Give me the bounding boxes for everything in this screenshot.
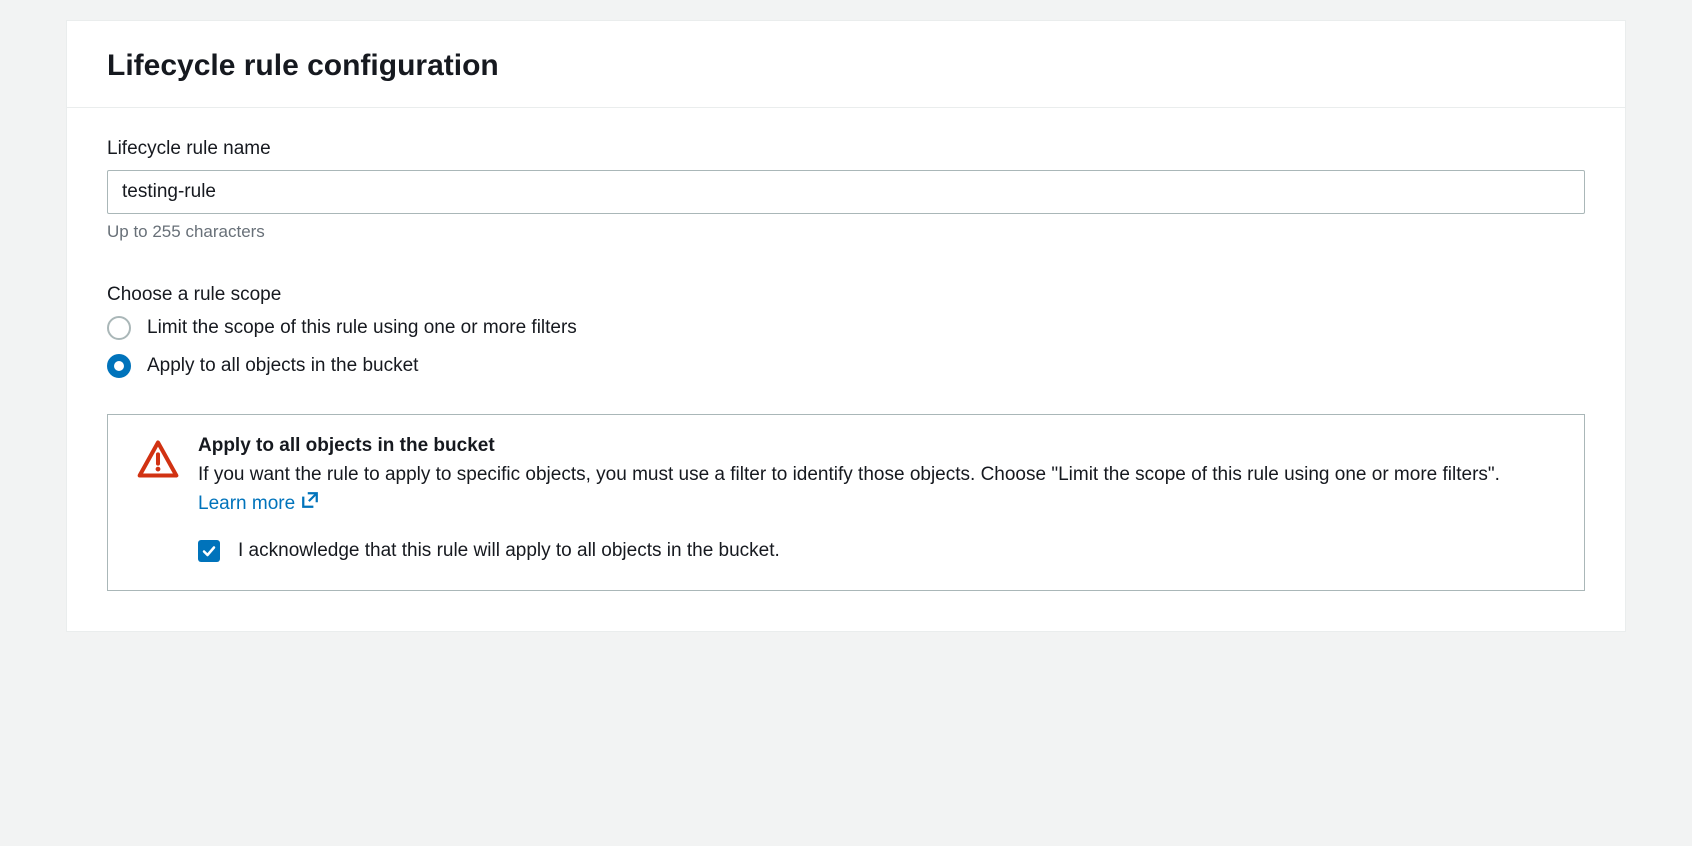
rule-name-help: Up to 255 characters xyxy=(107,222,1585,242)
panel-header: Lifecycle rule configuration xyxy=(67,21,1625,108)
radio-checked-icon xyxy=(107,354,131,378)
rule-name-section: Lifecycle rule name Up to 255 characters xyxy=(107,138,1585,242)
warning-body-text: If you want the rule to apply to specifi… xyxy=(198,464,1500,485)
scope-radio-limit-label: Limit the scope of this rule using one o… xyxy=(147,317,577,339)
acknowledge-row: I acknowledge that this rule will apply … xyxy=(198,540,1556,562)
warning-content: Apply to all objects in the bucket If yo… xyxy=(198,435,1556,562)
scope-radio-limit[interactable]: Limit the scope of this rule using one o… xyxy=(107,316,1585,340)
panel-body: Lifecycle rule name Up to 255 characters… xyxy=(67,108,1625,631)
warning-icon xyxy=(136,437,180,486)
page-title: Lifecycle rule configuration xyxy=(107,49,1585,83)
learn-more-link[interactable]: Learn more xyxy=(198,490,319,519)
acknowledge-label: I acknowledge that this rule will apply … xyxy=(238,540,780,562)
rule-scope-section: Choose a rule scope Limit the scope of t… xyxy=(107,284,1585,591)
radio-unchecked-icon xyxy=(107,316,131,340)
warning-text: If you want the rule to apply to specifi… xyxy=(198,461,1556,518)
rule-name-label: Lifecycle rule name xyxy=(107,138,1585,160)
acknowledge-checkbox[interactable] xyxy=(198,540,220,562)
external-link-icon xyxy=(301,490,319,519)
warning-box: Apply to all objects in the bucket If yo… xyxy=(107,414,1585,591)
rule-scope-label: Choose a rule scope xyxy=(107,284,1585,306)
lifecycle-config-panel: Lifecycle rule configuration Lifecycle r… xyxy=(66,20,1626,632)
check-icon xyxy=(201,543,217,559)
rule-name-input[interactable] xyxy=(107,170,1585,214)
scope-radio-all[interactable]: Apply to all objects in the bucket xyxy=(107,354,1585,378)
scope-radio-group: Limit the scope of this rule using one o… xyxy=(107,316,1585,378)
warning-title: Apply to all objects in the bucket xyxy=(198,435,1556,457)
learn-more-label: Learn more xyxy=(198,490,295,519)
scope-radio-all-label: Apply to all objects in the bucket xyxy=(147,355,418,377)
